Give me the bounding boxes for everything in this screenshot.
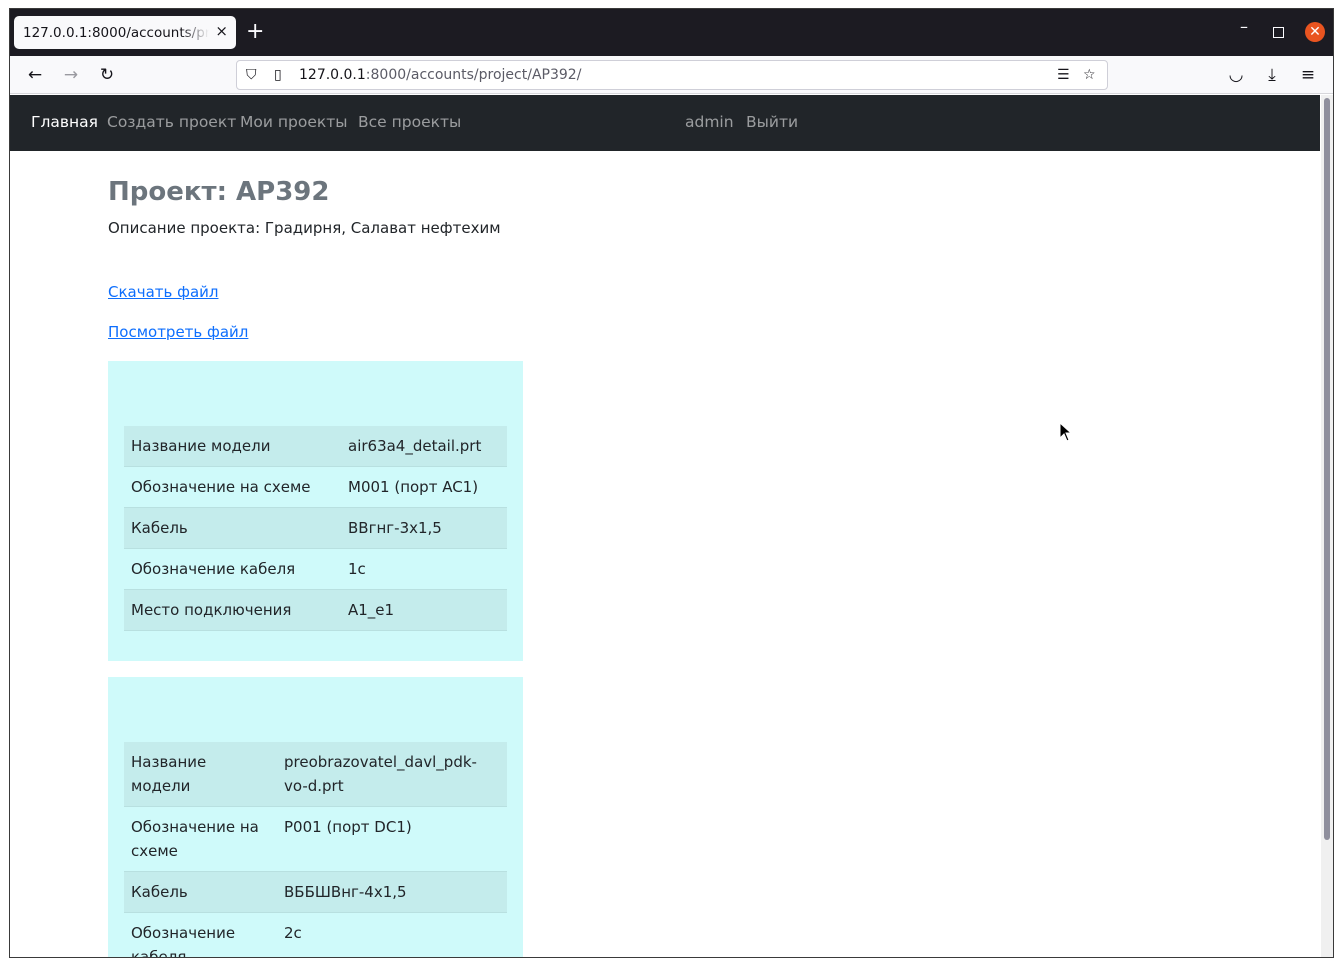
row-label: Обозначение на схеме <box>124 466 341 508</box>
table-row: Обозначение на схеме M001 (порт AC1) <box>124 466 507 508</box>
nav-logout[interactable]: Выйти <box>746 113 798 131</box>
row-label: Обозначение на схеме <box>124 806 277 872</box>
table-row: Обозначение на схеме P001 (порт DC1) <box>124 806 507 872</box>
back-icon[interactable]: ← <box>24 64 46 86</box>
row-label: Кабель <box>124 507 341 549</box>
url-text[interactable]: 127.0.0.1:8000/accounts/project/AP392/ <box>299 67 581 83</box>
forward-icon[interactable]: → <box>60 64 82 86</box>
row-value: P001 (порт DC1) <box>277 806 507 872</box>
row-value: preobrazovatel_davl_pdk-vo-d.prt <box>277 742 507 807</box>
table-row: Название модели air63a4_detail.prt <box>124 426 507 467</box>
model-card: Название модели air63a4_detail.prt Обозна… <box>108 361 523 661</box>
row-label: Название модели <box>124 426 341 467</box>
reload-icon[interactable]: ↻ <box>96 64 118 86</box>
row-value: 1c <box>341 548 507 590</box>
nav-create-project[interactable]: Создать проект <box>107 113 236 131</box>
row-label: Обозначение кабеля <box>124 548 341 590</box>
page-content: Проект: AP392 Описание проекта: Градирня… <box>10 151 1320 957</box>
row-value: ВВгнг-3х1,5 <box>341 507 507 549</box>
nav-my-projects[interactable]: Мои проекты <box>240 113 347 131</box>
download-icon[interactable]: ⤓ <box>1261 64 1283 86</box>
browser-toolbar: ← → ↻ ⛉ ▯ 127.0.0.1:8000/accounts/projec… <box>10 56 1333 94</box>
browser-titlebar: 127.0.0.1:8000/accounts/project/AP392/ ×… <box>10 9 1333 56</box>
page-icon[interactable]: ▯ <box>274 67 282 83</box>
mouse-cursor-icon <box>1059 421 1073 442</box>
row-value: A1_e1 <box>341 589 507 631</box>
view-file-link[interactable]: Посмотреть файл <box>108 323 248 341</box>
row-label: Кабель <box>124 871 277 913</box>
row-value: M001 (порт AC1) <box>341 466 507 508</box>
url-host: 127.0.0.1 <box>299 67 366 83</box>
nav-all-projects[interactable]: Все проекты <box>358 113 461 131</box>
scrollbar-thumb[interactable] <box>1324 98 1330 840</box>
minimize-icon[interactable]: – <box>1240 17 1248 36</box>
menu-icon[interactable]: ≡ <box>1297 64 1319 86</box>
reader-view-icon[interactable]: ☰ <box>1057 67 1070 83</box>
table-row: Место подключения A1_e1 <box>124 589 507 631</box>
url-path: :8000/accounts/project/AP392/ <box>365 67 582 83</box>
page-title: Проект: AP392 <box>108 177 330 207</box>
model-card: Название модели preobrazovatel_davl_pdk-v… <box>108 677 523 957</box>
browser-tab[interactable]: 127.0.0.1:8000/accounts/project/AP392/ × <box>14 16 236 49</box>
maximize-icon[interactable] <box>1273 27 1284 38</box>
row-value: air63a4_detail.prt <box>341 426 507 467</box>
page-scrollbar[interactable] <box>1321 95 1333 957</box>
model-table: Название модели air63a4_detail.prt Обозна… <box>124 426 507 631</box>
table-row: Обозначение кабеля 2c <box>124 912 507 957</box>
shield-icon[interactable]: ⛉ <box>246 67 257 83</box>
row-label: Обозначение кабеля <box>124 912 277 957</box>
browser-window: 127.0.0.1:8000/accounts/project/AP392/ ×… <box>9 8 1334 958</box>
model-table: Название модели preobrazovatel_davl_pdk-v… <box>124 742 507 957</box>
table-row: Кабель ВВгнг-3х1,5 <box>124 507 507 549</box>
project-description: Описание проекта: Градирня, Салават нефт… <box>108 219 501 237</box>
tab-close-icon[interactable]: × <box>215 22 228 40</box>
row-value: 2c <box>277 912 507 957</box>
tab-title: 127.0.0.1:8000/accounts/project/AP392/ <box>23 24 209 41</box>
row-label: Название модели <box>124 742 277 807</box>
nav-home[interactable]: Главная <box>31 113 98 131</box>
table-row: Кабель ВББШВнг-4х1,5 <box>124 871 507 913</box>
pocket-icon[interactable]: ◡ <box>1225 64 1247 86</box>
row-value: ВББШВнг-4х1,5 <box>277 871 507 913</box>
new-tab-button[interactable]: + <box>246 21 264 43</box>
window-close-icon[interactable]: ✕ <box>1305 22 1325 42</box>
row-label: Место подключения <box>124 589 341 631</box>
url-bar[interactable]: ⛉ ▯ 127.0.0.1:8000/accounts/project/AP39… <box>236 60 1108 90</box>
table-row: Обозначение кабеля 1c <box>124 548 507 590</box>
nav-user[interactable]: admin <box>685 113 734 131</box>
table-row: Название модели preobrazovatel_davl_pdk-v… <box>124 742 507 807</box>
download-file-link[interactable]: Скачать файл <box>108 283 218 301</box>
bookmark-star-icon[interactable]: ☆ <box>1083 67 1096 83</box>
site-navbar: Главная Создать проект Мои проекты Все п… <box>10 95 1320 151</box>
